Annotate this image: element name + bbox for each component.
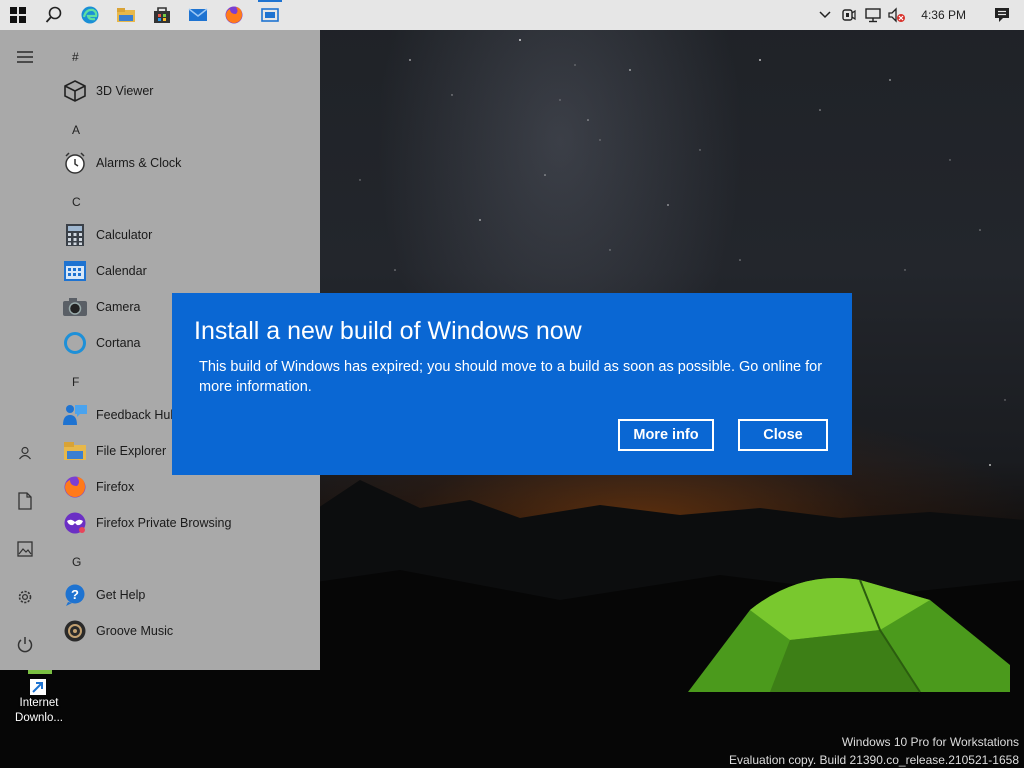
close-button[interactable]: Close — [738, 419, 828, 451]
mail-icon — [188, 8, 208, 21]
meet-now-icon — [842, 9, 856, 21]
start-button[interactable] — [0, 0, 36, 30]
app-label: Calculator — [96, 228, 153, 242]
edge-icon — [81, 6, 99, 24]
folder-icon — [62, 438, 88, 464]
more-info-button[interactable]: More info — [618, 419, 714, 451]
tablet-window-icon — [261, 8, 279, 22]
app-label: 3D Viewer — [96, 84, 154, 98]
desktop-icon-label-line2: Downlo... — [15, 712, 63, 724]
action-center-icon — [995, 8, 1009, 22]
system-tray: 4:36 PM — [813, 0, 1024, 30]
firefox-icon — [62, 474, 88, 500]
taskbar-clock[interactable]: 4:36 PM — [909, 8, 980, 22]
watermark-edition: Windows 10 Pro for Workstations — [841, 735, 1019, 749]
chevron-up-icon — [819, 11, 831, 19]
taskbar-firefox-button[interactable] — [216, 0, 252, 30]
taskbar-edge-button[interactable] — [72, 0, 108, 30]
firefox-icon — [225, 6, 243, 24]
app-get-help[interactable]: ? Get Help — [62, 579, 145, 611]
app-label: Calendar — [96, 264, 147, 278]
taskbar-active-window-button[interactable] — [252, 0, 288, 30]
account-button[interactable] — [0, 433, 50, 473]
hamburger-icon — [17, 51, 33, 63]
group-header-c[interactable]: C — [72, 195, 81, 209]
app-alarms-clock[interactable]: Alarms & Clock — [62, 147, 181, 179]
app-label: Get Help — [96, 588, 146, 602]
search-button[interactable] — [36, 0, 72, 30]
file-explorer-icon — [117, 8, 135, 22]
expand-menu-button[interactable] — [0, 37, 50, 77]
app-groove-music[interactable]: Groove Music — [62, 615, 173, 647]
app-label: Cortana — [96, 336, 141, 350]
taskbar: 4:36 PM — [0, 0, 1024, 30]
documents-icon — [18, 492, 32, 510]
camera-icon — [62, 294, 88, 320]
calculator-icon — [62, 222, 88, 248]
power-button[interactable] — [0, 625, 50, 665]
app-firefox[interactable]: Firefox — [62, 471, 134, 503]
action-center-button[interactable] — [980, 0, 1024, 30]
app-label: Camera — [96, 300, 141, 314]
app-label: Feedback Hub — [96, 408, 178, 422]
group-header-a[interactable]: A — [72, 123, 80, 137]
firefox-private-icon — [62, 510, 88, 536]
desktop-icon-label-line1: Internet — [19, 697, 59, 709]
groove-music-icon — [62, 618, 88, 644]
taskbar-file-explorer-button[interactable] — [108, 0, 144, 30]
app-3d-viewer[interactable]: 3D Viewer — [62, 75, 153, 107]
app-camera[interactable]: Camera — [62, 291, 140, 323]
shortcut-icon — [22, 670, 56, 696]
cortana-icon — [62, 330, 88, 356]
app-label: Firefox — [96, 480, 135, 494]
watermark-build: Evaluation copy. Build 21390.co_release.… — [729, 753, 1019, 767]
dialog-message: This build of Windows has expired; you s… — [199, 359, 823, 395]
settings-button[interactable] — [0, 577, 50, 617]
dialog-title: Install a new build of Windows now — [194, 317, 582, 345]
network-icon — [865, 8, 881, 23]
cube-icon — [62, 78, 88, 104]
app-feedback-hub[interactable]: Feedback Hub — [62, 399, 177, 431]
tent-image — [688, 578, 1010, 693]
meet-now-button[interactable] — [837, 0, 861, 30]
volume-muted-icon — [888, 7, 906, 23]
power-icon — [17, 637, 33, 653]
show-hidden-icons-button[interactable] — [813, 0, 837, 30]
start-menu-rail — [0, 30, 50, 670]
feedback-hub-icon — [62, 402, 88, 428]
alarm-clock-icon — [62, 150, 88, 176]
group-header-f[interactable]: F — [72, 375, 79, 389]
calendar-icon — [62, 258, 88, 284]
app-label: Firefox Private Browsing — [96, 516, 232, 530]
store-icon — [154, 7, 170, 23]
app-file-explorer[interactable]: File Explorer — [62, 435, 166, 467]
build-expired-dialog: Install a new build of Windows now This … — [172, 293, 852, 475]
taskbar-mail-button[interactable] — [180, 0, 216, 30]
volume-button[interactable] — [885, 0, 909, 30]
settings-icon — [18, 590, 32, 604]
app-firefox-private-browsing[interactable]: Firefox Private Browsing — [62, 507, 231, 539]
pictures-icon — [17, 541, 33, 557]
get-help-icon: ? — [62, 582, 88, 608]
svg-text:?: ? — [71, 587, 79, 602]
search-icon — [45, 6, 62, 23]
app-label: File Explorer — [96, 444, 167, 458]
network-button[interactable] — [861, 0, 885, 30]
windows-start-icon — [10, 7, 26, 23]
app-calendar[interactable]: Calendar — [62, 255, 147, 287]
documents-button[interactable] — [0, 481, 50, 521]
group-header-hash[interactable]: # — [72, 50, 79, 64]
app-label: Groove Music — [96, 624, 174, 638]
group-header-g[interactable]: G — [72, 555, 81, 569]
pictures-button[interactable] — [0, 529, 50, 569]
taskbar-store-button[interactable] — [144, 0, 180, 30]
user-icon — [19, 446, 31, 460]
app-cortana[interactable]: Cortana — [62, 327, 140, 359]
app-label: Alarms & Clock — [96, 156, 182, 170]
desktop-icon-internet-download[interactable]: Internet Downlo... — [6, 670, 72, 726]
app-calculator[interactable]: Calculator — [62, 219, 152, 251]
